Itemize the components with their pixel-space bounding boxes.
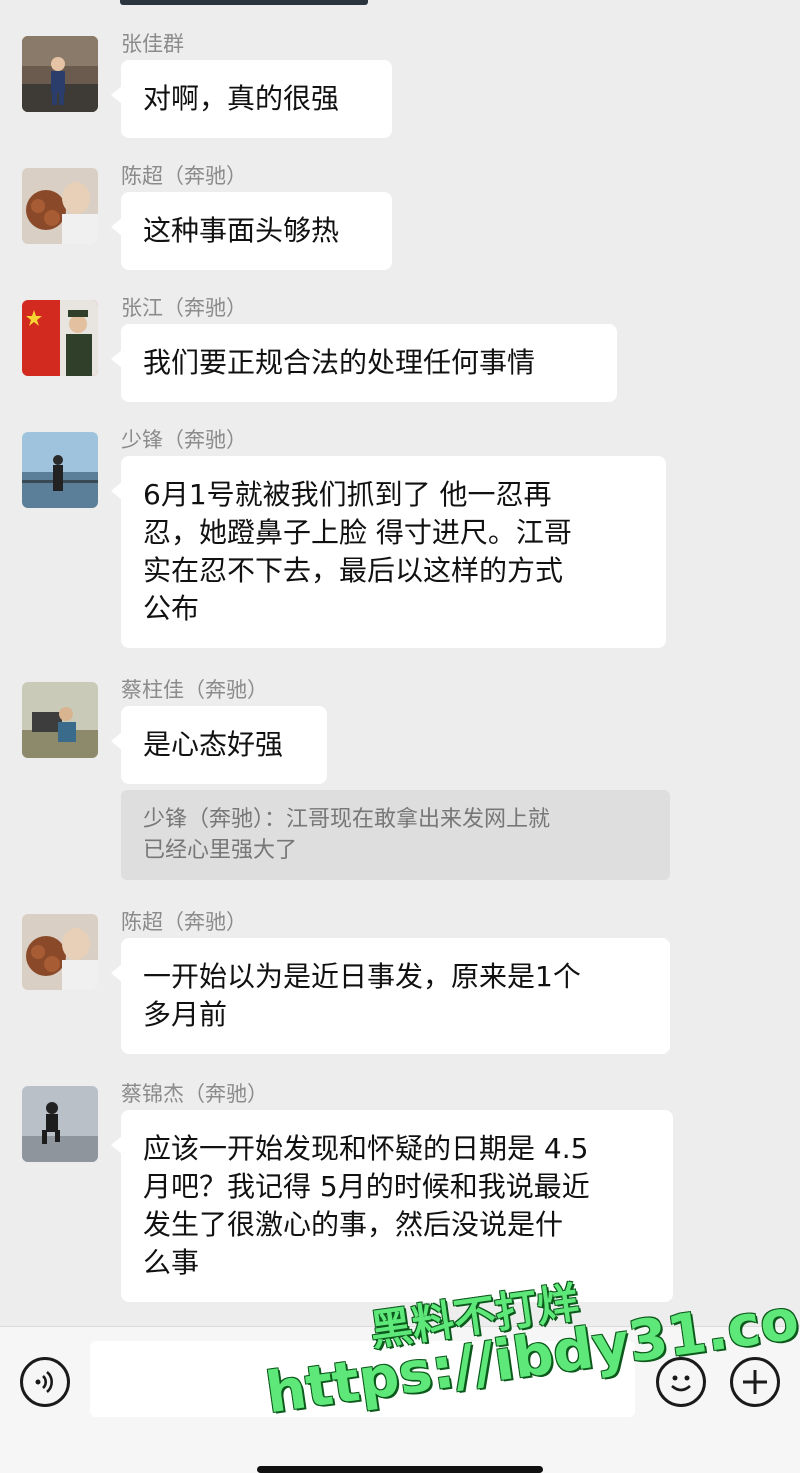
message-line: 公布 (143, 592, 200, 625)
quote-line: 少锋（奔驰）：江哥现在敢拿出来发网上就 (143, 807, 551, 832)
voice-icon[interactable] (20, 1357, 70, 1407)
avatar[interactable] (22, 36, 98, 112)
quoted-message[interactable]: 少锋（奔驰）：江哥现在敢拿出来发网上就 已经心里强大了 (121, 790, 670, 880)
avatar[interactable] (22, 168, 98, 244)
avatar[interactable] (22, 1086, 98, 1162)
sender-name: 陈超（奔驰） (121, 910, 247, 934)
message-bubble[interactable]: 是心态好强 (111, 706, 327, 784)
avatar[interactable] (22, 432, 98, 508)
message-line: 多月前 (143, 998, 228, 1031)
message-line: 忍，她蹬鼻子上脸 得寸进尺。江哥 (143, 516, 572, 549)
sender-name: 张佳群 (121, 32, 184, 56)
sender-name: 陈超（奔驰） (121, 164, 247, 188)
message-bubble[interactable]: 对啊，真的很强 (111, 60, 392, 138)
message-line: 发生了很激心的事，然后没说是什 (143, 1208, 564, 1241)
message-bubble[interactable]: 我们要正规合法的处理任何事情 (111, 324, 617, 402)
message-line: 我们要正规合法的处理任何事情 (143, 346, 536, 379)
sender-name: 张江（奔驰） (121, 296, 247, 320)
home-indicator (257, 1466, 543, 1473)
avatar[interactable] (22, 300, 98, 376)
message-line: 对啊，真的很强 (143, 82, 340, 115)
message-line: 这种事面头够热 (143, 214, 340, 247)
message-bubble[interactable]: 应该一开始发现和怀疑的日期是 4.5 月吧？我记得 5月的时候和我说最近 发生了… (111, 1110, 673, 1302)
message-line: 6月1号就被我们抓到了 他一忍再 (143, 478, 552, 511)
message-line: 实在忍不下去，最后以这样的方式 (143, 554, 564, 587)
message-line: 一开始以为是近日事发，原来是1个 (143, 960, 581, 993)
avatar[interactable] (22, 682, 98, 758)
message-bubble[interactable]: 6月1号就被我们抓到了 他一忍再 忍，她蹬鼻子上脸 得寸进尺。江哥 实在忍不下去… (111, 456, 666, 648)
quote-line: 已经心里强大了 (143, 838, 298, 863)
message-line: 应该一开始发现和怀疑的日期是 4.5 (143, 1132, 589, 1165)
message-bubble[interactable]: 这种事面头够热 (111, 192, 392, 270)
previous-message-edge (120, 0, 368, 5)
message-line: 月吧？我记得 5月的时候和我说最近 (143, 1170, 590, 1203)
message-line: 是心态好强 (143, 728, 284, 761)
plus-icon[interactable] (730, 1357, 780, 1407)
avatar[interactable] (22, 914, 98, 990)
message-bubble[interactable]: 一开始以为是近日事发，原来是1个 多月前 (111, 938, 670, 1054)
sender-name: 蔡锦杰（奔驰） (121, 1082, 268, 1106)
sender-name: 蔡柱佳（奔驰） (121, 678, 268, 702)
sender-name: 少锋（奔驰） (121, 428, 247, 452)
